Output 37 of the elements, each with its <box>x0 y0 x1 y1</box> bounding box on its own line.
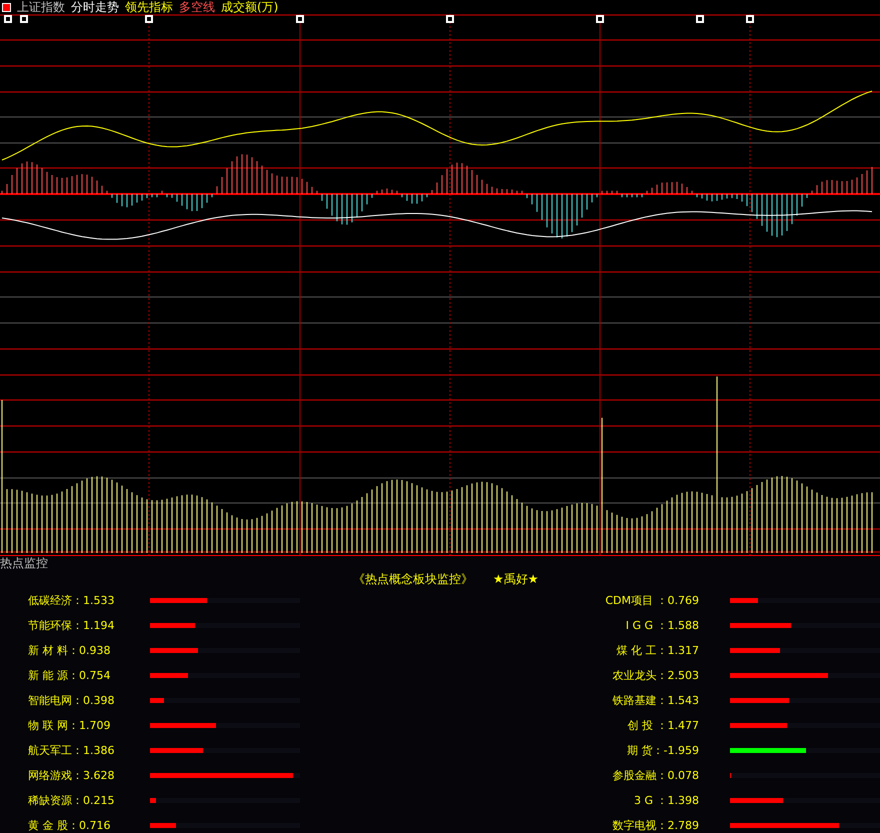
app-logo-icon <box>2 2 11 12</box>
sector-reading: 航天军工：1.386 <box>28 743 116 758</box>
sector-reading: 期 货：-1.959 <box>626 743 699 758</box>
event-marker-icon[interactable] <box>20 15 28 23</box>
sector-reading: I G G ：1.588 <box>624 618 699 633</box>
monitor-heading: 《热点概念板块监控》 <box>353 570 473 588</box>
sector-reading: 3 G ：1.398 <box>632 793 699 808</box>
sector-reading: 稀缺资源：0.215 <box>28 793 116 808</box>
sector-reading: 参股金融：0.078 <box>612 768 699 783</box>
sector-reading: 物 联 网：1.709 <box>28 718 112 733</box>
event-marker-icon[interactable] <box>296 15 304 23</box>
sector-reading: 网络游戏：3.628 <box>28 768 116 783</box>
sector-reading: 铁路基建：1.543 <box>612 693 699 708</box>
panel-title: 热点监控 <box>0 554 48 572</box>
event-marker-icon[interactable] <box>596 15 604 23</box>
author-signature: ★禹好★ <box>493 570 539 588</box>
event-marker-icon[interactable] <box>746 15 754 23</box>
indicator-label[interactable]: 领先指标 <box>125 0 173 14</box>
sector-reading: 创 投 ：1.477 <box>626 718 699 733</box>
indicator-label[interactable]: 分时走势 <box>71 0 119 14</box>
event-marker-icon[interactable] <box>4 15 12 23</box>
sector-reading: CDM项目 ：0.769 <box>604 593 699 608</box>
sector-reading: 新 材 料：0.938 <box>28 643 112 658</box>
event-marker-icon[interactable] <box>145 15 153 23</box>
indicator-label[interactable]: 多空线 <box>179 0 215 14</box>
indicator-label[interactable]: 成交额(万) <box>221 0 278 14</box>
sector-reading: 新 能 源：0.754 <box>28 668 112 683</box>
sector-reading: 黄 金 股：0.716 <box>28 818 112 833</box>
sector-reading: 节能环保：1.194 <box>28 618 116 633</box>
event-marker-icon[interactable] <box>446 15 454 23</box>
sector-reading: 低碳经济：1.533 <box>28 593 116 608</box>
sector-reading: 智能电网：0.398 <box>28 693 116 708</box>
sector-reading: 数字电视：2.789 <box>612 818 699 833</box>
sector-reading: 农业龙头：2.503 <box>612 668 699 683</box>
indicator-label[interactable]: 上证指数 <box>17 0 65 14</box>
event-marker-icon[interactable] <box>696 15 704 23</box>
sector-reading: 煤 化 工：1.317 <box>616 643 699 658</box>
